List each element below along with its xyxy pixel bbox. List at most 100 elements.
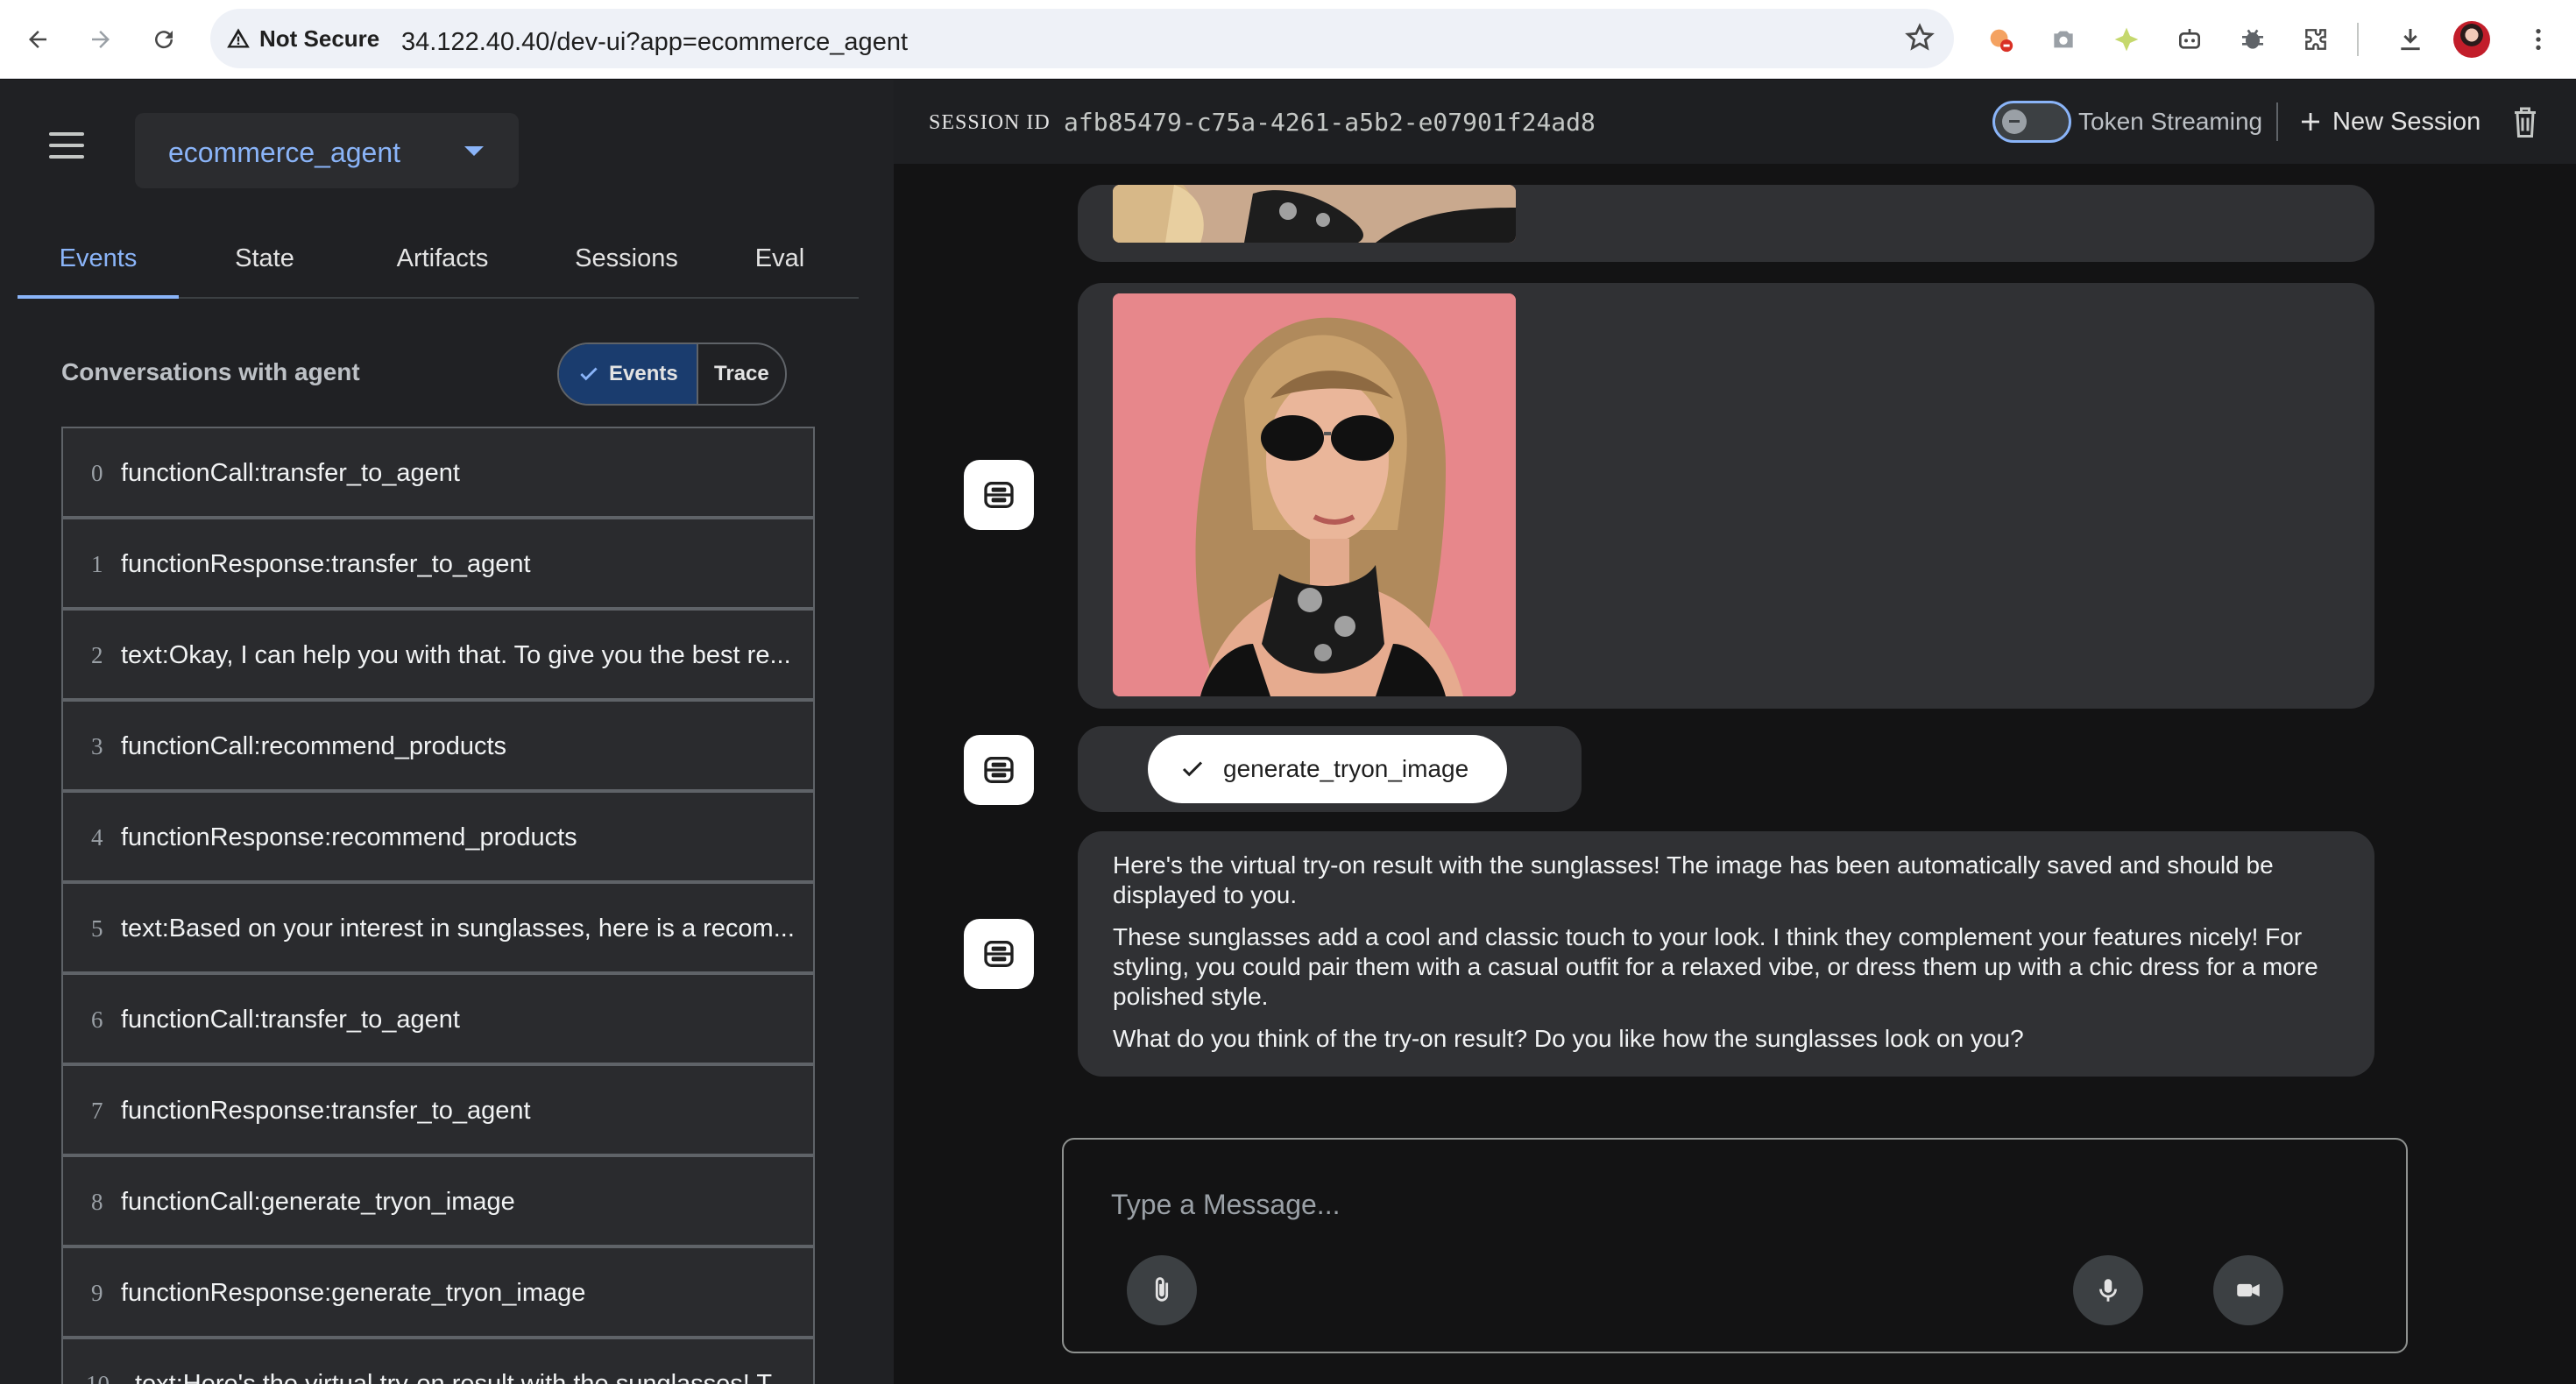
tab-eval[interactable]: Eval <box>718 218 841 299</box>
event-label: functionResponse:transfer_to_agent <box>121 550 531 578</box>
event-row[interactable]: 0 functionCall:transfer_to_agent <box>61 427 815 518</box>
event-row[interactable]: 7 functionResponse:transfer_to_agent <box>61 1064 815 1155</box>
menu-icon[interactable] <box>49 132 84 159</box>
tab-state[interactable]: State <box>203 218 326 299</box>
events-trace-toggle: Events Trace <box>557 342 787 406</box>
agent-avatar-icon <box>964 735 1034 805</box>
events-list: 0 functionCall:transfer_to_agent 1 function… <box>61 427 815 1384</box>
back-icon[interactable] <box>18 19 58 60</box>
plus-icon <box>2302 113 2319 131</box>
tab-sessions[interactable]: Sessions <box>547 218 706 299</box>
event-index: 7 <box>91 1098 103 1124</box>
chat-panel: SESSION ID afb85479-c75a-4261-a5b2-e0790… <box>894 80 2576 1384</box>
event-row[interactable]: 1 functionResponse:transfer_to_agent <box>61 518 815 609</box>
robot-extension-icon[interactable] <box>2169 19 2210 60</box>
dropdown-arrow-icon <box>464 146 484 156</box>
forward-icon[interactable] <box>81 19 121 60</box>
event-label: text:Here's the virtual try-on result wi… <box>135 1370 791 1384</box>
attach-button[interactable] <box>1127 1255 1197 1325</box>
event-index: 10 <box>86 1371 110 1384</box>
events-toggle-button[interactable]: Events <box>559 344 698 404</box>
camera-icon[interactable] <box>2043 19 2084 60</box>
conversations-heading: Conversations with agent <box>61 358 360 385</box>
message-paragraph: What do you think of the try-on result? … <box>1113 1025 2024 1052</box>
event-label: functionResponse:recommend_products <box>121 823 577 851</box>
event-row[interactable]: 6 functionCall:transfer_to_agent <box>61 973 815 1064</box>
video-button[interactable] <box>2213 1255 2283 1325</box>
agent-avatar-icon <box>964 919 1034 989</box>
event-index: 4 <box>91 824 103 851</box>
toolbar-divider <box>2357 23 2359 56</box>
events-toggle-label: Events <box>609 362 678 385</box>
event-index: 1 <box>91 551 103 577</box>
video-camera-icon <box>2237 1283 2260 1297</box>
session-header: SESSION ID afb85479-c75a-4261-a5b2-e0790… <box>894 80 2576 164</box>
event-index: 6 <box>91 1006 103 1033</box>
event-label: functionResponse:transfer_to_agent <box>121 1097 531 1125</box>
event-row[interactable]: 9 functionResponse:generate_tryon_image <box>61 1246 815 1338</box>
app-selector[interactable]: ecommerce_agent <box>135 113 519 188</box>
event-index: 5 <box>91 915 103 942</box>
header-divider <box>2276 102 2278 141</box>
token-streaming-toggle[interactable] <box>1992 101 2071 143</box>
bookmark-star-icon[interactable] <box>1905 23 1935 57</box>
trace-toggle-label: Trace <box>714 362 769 385</box>
download-icon[interactable] <box>2390 19 2431 60</box>
sidebar: ecommerce_agent Events State Artifacts S… <box>0 80 894 1384</box>
new-session-label: New Session <box>2332 107 2481 136</box>
tool-call-chip[interactable]: generate_tryon_image <box>1148 735 1507 803</box>
microphone-button[interactable] <box>2073 1255 2143 1325</box>
microphone-icon <box>2099 1279 2117 1302</box>
event-index: 9 <box>91 1280 103 1306</box>
event-row[interactable]: 3 functionCall:recommend_products <box>61 700 815 791</box>
image-message-bubble <box>1078 283 2374 709</box>
url-text[interactable]: 34.122.40.40/dev-ui?app=ecommerce_agent <box>401 28 908 57</box>
app-name: ecommerce_agent <box>168 137 401 168</box>
trace-toggle-button[interactable]: Trace <box>698 344 785 404</box>
message-input[interactable]: Type a Message... <box>1111 1189 1340 1221</box>
message-paragraph: These sunglasses add a cool and classic … <box>1113 923 2318 1010</box>
new-session-button[interactable]: New Session <box>2297 102 2480 141</box>
event-row[interactable]: 10 text:Here's the virtual try-on result … <box>61 1338 815 1384</box>
agent-text-message: Here's the virtual try-on result with th… <box>1078 831 2374 1077</box>
check-icon <box>1182 761 1203 777</box>
more-menu-icon[interactable] <box>2518 19 2558 60</box>
event-row[interactable]: 8 functionCall:generate_tryon_image <box>61 1155 815 1246</box>
agent-avatar-icon <box>964 460 1034 530</box>
profile-avatar[interactable] <box>2453 21 2490 58</box>
sidebar-tabs: Events State Artifacts Sessions Eval <box>18 218 859 299</box>
address-bar[interactable]: Not Secure 34.122.40.40/dev-ui?app=ecomm… <box>210 9 1954 68</box>
warning-icon <box>227 28 250 48</box>
delete-session-icon[interactable] <box>2509 104 2541 144</box>
debug-extension-icon[interactable] <box>2233 19 2273 60</box>
event-index: 0 <box>91 460 103 486</box>
tryon-result-image[interactable] <box>1113 293 1516 696</box>
event-label: functionCall:transfer_to_agent <box>121 1006 460 1034</box>
event-row[interactable]: 4 functionResponse:recommend_products <box>61 791 815 882</box>
event-label: functionResponse:generate_tryon_image <box>121 1279 586 1307</box>
event-label: functionCall:recommend_products <box>121 732 507 760</box>
event-label: text:Okay, I can help you with that. To … <box>121 641 791 669</box>
reload-icon[interactable] <box>144 19 184 60</box>
paperclip-icon <box>1155 1277 1169 1302</box>
event-index: 3 <box>91 733 103 759</box>
event-label: functionCall:transfer_to_agent <box>121 459 460 487</box>
message-composer[interactable]: Type a Message... <box>1062 1138 2408 1353</box>
extension-bug-icon[interactable] <box>1980 19 2020 60</box>
tab-artifacts[interactable]: Artifacts <box>359 218 526 299</box>
event-row[interactable]: 2 text:Okay, I can help you with that. To… <box>61 609 815 700</box>
product-image-partial[interactable] <box>1113 185 1516 243</box>
extensions-puzzle-icon[interactable] <box>2296 19 2336 60</box>
image-message-bubble <box>1078 185 2374 262</box>
browser-toolbar: Not Secure 34.122.40.40/dev-ui?app=ecomm… <box>0 0 2576 79</box>
tool-call-bubble: generate_tryon_image <box>1078 726 1582 812</box>
tab-events[interactable]: Events <box>18 218 179 299</box>
security-indicator[interactable]: Not Secure <box>226 21 379 56</box>
event-row[interactable]: 5 text:Based on your interest in sunglass… <box>61 882 815 973</box>
tool-call-name: generate_tryon_image <box>1223 755 1469 782</box>
gemini-extension-icon[interactable] <box>2106 19 2147 60</box>
security-label: Not Secure <box>259 25 380 52</box>
session-id-label: SESSION ID <box>929 111 1051 134</box>
session-id-value: afb85479-c75a-4261-a5b2-e07901f24ad8 <box>1064 108 1596 137</box>
event-index: 2 <box>91 642 103 668</box>
